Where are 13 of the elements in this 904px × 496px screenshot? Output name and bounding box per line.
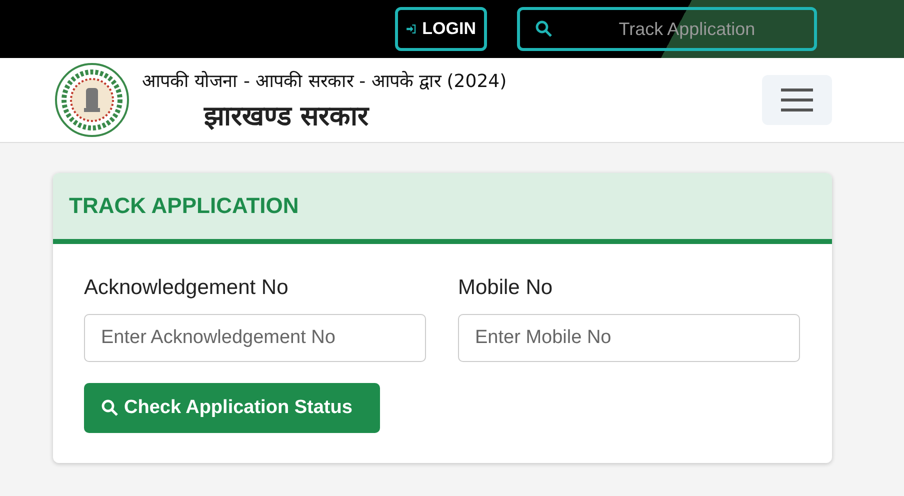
search-icon (535, 20, 553, 38)
input-field[interactable]: Enter Acknowledgement No (84, 314, 426, 362)
tagline: आपकी योजना - आपकी सरकार - आपके द्वार (2024) (142, 70, 508, 92)
search-icon (101, 399, 119, 417)
menu-button[interactable] (762, 75, 832, 125)
menu-icon (781, 88, 813, 112)
card-title: TRACK APPLICATION (69, 193, 299, 219)
field-label: Mobile No (458, 276, 554, 300)
site-title: झारखण्ड सरकार (204, 100, 370, 132)
check-status-button[interactable]: Check Application Status (84, 383, 380, 433)
input-field[interactable]: Enter Mobile No (458, 314, 800, 362)
login-button[interactable]: LOGIN (395, 7, 487, 51)
field-label: Acknowledgement No (84, 276, 290, 300)
